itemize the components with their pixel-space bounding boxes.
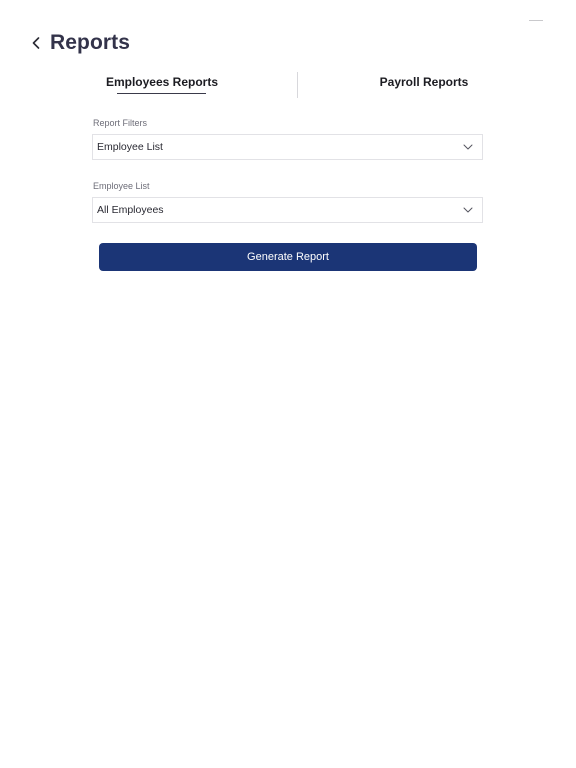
report-filter-value: Employee List xyxy=(97,141,163,153)
tab-divider xyxy=(297,72,298,98)
chevron-left-icon xyxy=(32,37,40,49)
tab-payroll-reports-label: Payroll Reports xyxy=(379,75,469,89)
status-indicator xyxy=(529,20,543,21)
active-tab-indicator xyxy=(117,93,206,94)
generate-report-button[interactable]: Generate Report xyxy=(99,243,477,271)
employee-list-select[interactable]: All Employees xyxy=(92,197,483,223)
tab-employees-reports-label: Employees Reports xyxy=(105,75,219,89)
employee-list-value: All Employees xyxy=(97,204,164,216)
reports-page: Reports Employees Reports Payroll Report… xyxy=(0,0,576,768)
tab-payroll-reports[interactable]: Payroll Reports xyxy=(370,70,478,98)
report-tabs: Employees Reports Payroll Reports xyxy=(0,70,576,100)
report-filter-select[interactable]: Employee List xyxy=(92,134,483,160)
page-header: Reports xyxy=(32,30,130,56)
employee-list-label: Employee List xyxy=(93,181,150,191)
report-filters-label: Report Filters xyxy=(93,118,148,128)
page-title: Reports xyxy=(50,31,131,54)
chevron-down-icon xyxy=(463,206,473,214)
chevron-down-icon xyxy=(463,143,473,151)
back-button[interactable] xyxy=(32,33,46,53)
